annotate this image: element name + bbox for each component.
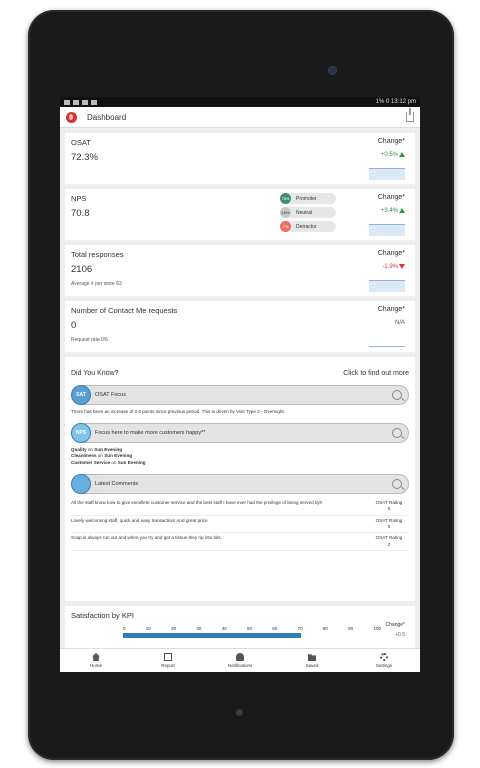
nps-change-label: Change* bbox=[377, 194, 405, 201]
contact-sparkline bbox=[369, 346, 405, 348]
home-sensor bbox=[236, 709, 243, 716]
osat-sparkline bbox=[369, 168, 405, 180]
focus-happy-bar[interactable]: NPS Focus here to make more customers ha… bbox=[71, 423, 409, 444]
report-icon bbox=[164, 653, 172, 661]
osat-change-label: Change* bbox=[377, 138, 405, 145]
arrow-up-icon bbox=[399, 152, 405, 157]
responses-change-value: -1.9% bbox=[382, 264, 398, 271]
responses-sparkline bbox=[369, 280, 405, 292]
responses-card[interactable]: Total responses 2106 Average # per store… bbox=[65, 245, 415, 296]
app-logo-icon bbox=[66, 111, 77, 123]
kpi-change-label: Change* bbox=[385, 622, 405, 628]
contact-card[interactable]: Number of Contact Me requests 0 Request … bbox=[65, 301, 415, 352]
promoter-pct: 78% bbox=[280, 193, 291, 204]
responses-change-label: Change* bbox=[377, 250, 405, 257]
focus-happy-list: Quality on Sun Evening Cleanliness on Su… bbox=[71, 447, 409, 466]
kpi-change-value: +0.5 bbox=[395, 632, 405, 638]
latest-comments-label: Latest Comments bbox=[95, 480, 139, 487]
detractor-pct: 7% bbox=[280, 221, 291, 232]
nps-change-value: +3.4% bbox=[380, 208, 398, 215]
smile-icon: NPS bbox=[71, 423, 91, 444]
dots-icon bbox=[91, 99, 97, 105]
nps-legend: 78% Promoter 16% Neutral 7% Detractor bbox=[280, 193, 336, 235]
focus-line: Customer Service on Sun Evening bbox=[71, 459, 146, 465]
contact-change-value: N/A bbox=[394, 320, 405, 326]
promoter-label: Promoter bbox=[296, 195, 317, 202]
promoter-pill: 78% Promoter bbox=[280, 193, 336, 204]
camera bbox=[328, 66, 337, 75]
detractor-label: Detractor bbox=[296, 223, 317, 230]
zoom-icon[interactable] bbox=[392, 478, 402, 489]
app-bar: Dashboard bbox=[60, 107, 420, 128]
latest-comments-bar[interactable]: Latest Comments bbox=[71, 473, 409, 494]
arrow-up-icon bbox=[399, 208, 405, 213]
kpi-title: Satisfaction by KPI bbox=[71, 611, 134, 620]
list-item: All the staff know how to give excellent… bbox=[71, 498, 409, 516]
download-icon bbox=[73, 99, 79, 105]
list-item: Soap is always run out and when you try … bbox=[71, 533, 409, 552]
status-right: 1% 0 13:12 pm bbox=[375, 99, 416, 105]
comments-list: All the staff know how to give excellent… bbox=[71, 498, 409, 552]
osat-change-value: +0.5% bbox=[380, 152, 398, 159]
nav-report[interactable]: Report bbox=[132, 649, 204, 672]
zoom-icon[interactable] bbox=[392, 428, 402, 439]
zoom-icon[interactable] bbox=[392, 390, 402, 400]
detractor-pill: 7% Detractor bbox=[280, 221, 336, 232]
contact-change-label: Change* bbox=[377, 306, 405, 313]
kpi-bar bbox=[123, 633, 301, 638]
gear-icon bbox=[380, 653, 388, 661]
image-icon bbox=[64, 99, 70, 105]
nav-settings[interactable]: Settings bbox=[348, 649, 420, 672]
nav-saved[interactable]: Saved bbox=[276, 649, 348, 672]
nav-home[interactable]: Home bbox=[60, 649, 132, 672]
nps-sparkline bbox=[369, 224, 405, 236]
list-item: Lovely welcoming staff, quick and easy t… bbox=[71, 516, 409, 534]
focus-happy-label: Focus here to make more customers happy*… bbox=[95, 430, 206, 437]
folder-icon bbox=[308, 654, 316, 661]
page-title: Dashboard bbox=[87, 112, 127, 122]
bottom-nav: Home Report Notifications Saved Settings bbox=[60, 648, 420, 672]
kpi-axis: 0 10 20 30 40 50 60 70 80 90 100 bbox=[123, 626, 381, 631]
kpi-card[interactable]: Satisfaction by KPI 0 10 20 30 40 50 60 70 80 90 1… bbox=[65, 606, 415, 648]
nps-card[interactable]: NPS 70.8 78% Promoter 16% Neutral 7% Det… bbox=[65, 189, 415, 240]
neutral-pct: 16% bbox=[280, 207, 291, 218]
responses-average: Average # per store 63 bbox=[71, 281, 122, 287]
share-icon[interactable] bbox=[406, 108, 414, 122]
arrow-down-icon bbox=[399, 264, 405, 269]
did-you-know-title: Did You Know? bbox=[71, 370, 119, 377]
play-icon bbox=[82, 99, 88, 105]
neutral-label: Neutral bbox=[296, 209, 313, 216]
nav-notifications[interactable]: Notifications bbox=[204, 649, 276, 672]
neutral-pill: 16% Neutral bbox=[280, 207, 336, 218]
home-icon bbox=[92, 653, 100, 661]
comments-icon bbox=[71, 473, 91, 494]
osat-focus-bar[interactable]: SAT OSAT Focus bbox=[71, 385, 409, 405]
contact-rate: Request rate 0% bbox=[71, 337, 109, 343]
find-out-more-link[interactable]: Click to find out more bbox=[343, 370, 409, 377]
device-screen: 1% 0 13:12 pm Dashboard OSAT 72.3% Chang… bbox=[60, 97, 420, 672]
bell-icon bbox=[236, 653, 244, 661]
osat-focus-text: There has been an increase of 0.5 points… bbox=[71, 409, 285, 414]
status-bar: 1% 0 13:12 pm bbox=[60, 97, 420, 107]
did-you-know-card: Did You Know? Click to find out more SAT… bbox=[65, 357, 415, 601]
osat-focus-label: OSAT Focus bbox=[95, 392, 126, 398]
dashboard-content[interactable]: OSAT 72.3% Change* +0.5% NPS 70.8 78% Pr… bbox=[60, 128, 420, 648]
osat-card[interactable]: OSAT 72.3% Change* +0.5% bbox=[65, 133, 415, 184]
osat-focus-icon: SAT bbox=[71, 385, 91, 405]
